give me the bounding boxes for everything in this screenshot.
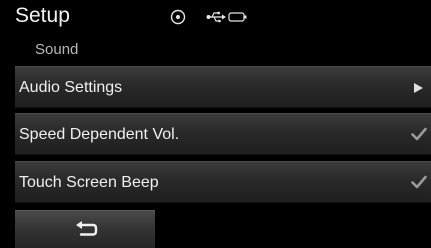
back-arrow-icon	[76, 221, 98, 236]
back-button[interactable]	[15, 210, 155, 248]
disc-icon	[170, 9, 186, 25]
menu-item-label: Touch Screen Beep	[19, 174, 159, 191]
menu-item-label: Audio Settings	[19, 79, 123, 96]
header-bar: Setup	[0, 0, 431, 33]
setup-screen: Setup Sound Audio Settings Speed Depende…	[0, 0, 431, 248]
checkmark-icon	[411, 175, 427, 189]
menu-item-label: Speed Dependent Vol.	[19, 126, 180, 143]
battery-icon	[228, 12, 247, 22]
usb-icon	[206, 11, 226, 23]
menu-item-touch-screen-beep[interactable]: Touch Screen Beep	[15, 161, 431, 203]
checkmark-icon	[411, 127, 427, 141]
arrow-right-icon	[414, 83, 423, 93]
menu-item-speed-dependent-vol[interactable]: Speed Dependent Vol.	[15, 113, 431, 155]
page-title: Setup	[15, 4, 70, 27]
section-title: Sound	[35, 41, 79, 58]
section-header: Sound	[0, 35, 431, 65]
menu-item-audio-settings[interactable]: Audio Settings	[15, 66, 431, 108]
